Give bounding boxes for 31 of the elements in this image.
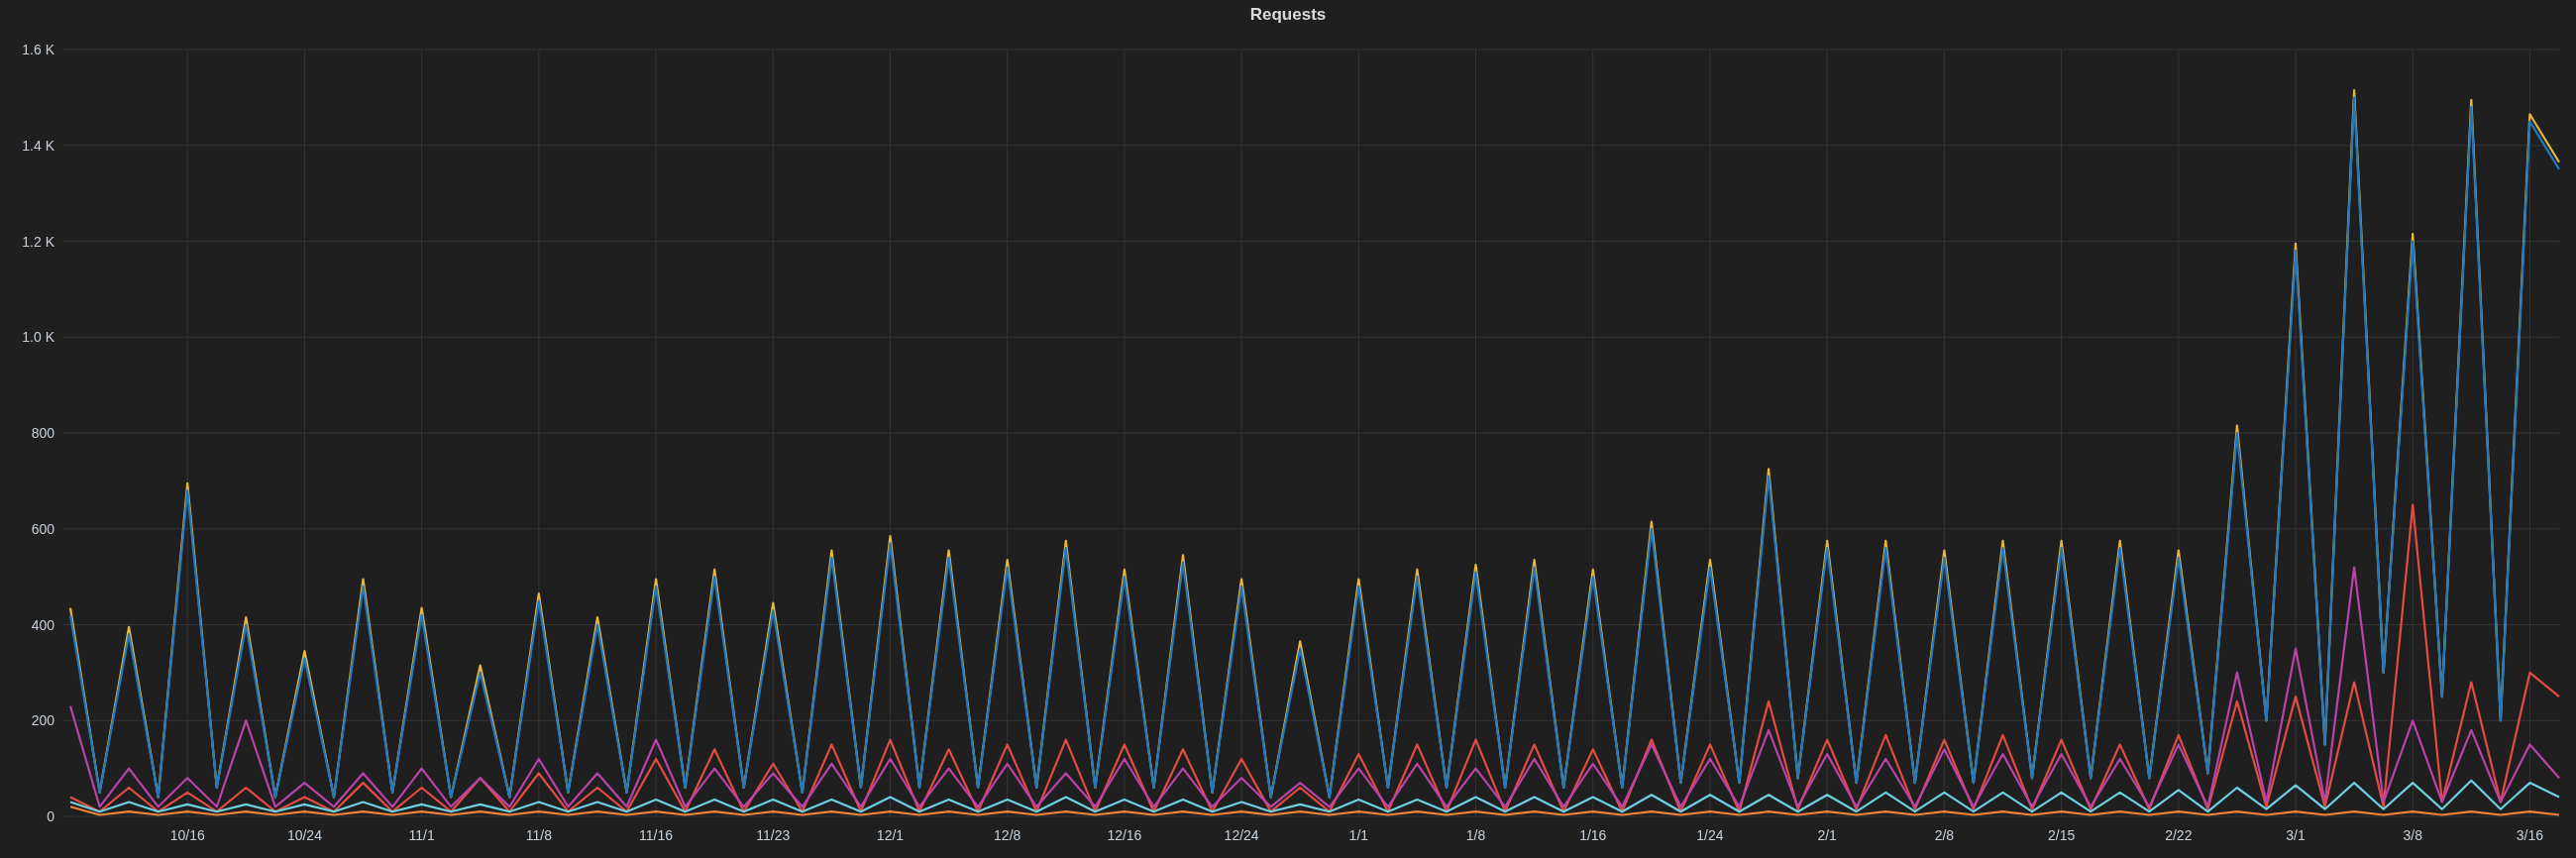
y-axis-label: 800 bbox=[31, 425, 54, 441]
x-axis-label: 11/1 bbox=[408, 827, 435, 843]
y-axis-label: 0 bbox=[47, 808, 54, 824]
x-axis-label: 12/8 bbox=[994, 827, 1021, 843]
x-axis-label: 1/1 bbox=[1348, 827, 1369, 843]
y-axis-label: 200 bbox=[31, 712, 54, 729]
x-axis-label: 2/22 bbox=[2165, 827, 2193, 843]
x-axis-label: 3/1 bbox=[2286, 827, 2306, 843]
x-axis-label: 12/1 bbox=[876, 827, 905, 843]
x-axis-label: 10/24 bbox=[286, 827, 322, 843]
y-axis-label: 1.0 K bbox=[22, 329, 54, 346]
x-axis-label: 1/24 bbox=[1696, 827, 1724, 843]
x-axis-label: 2/15 bbox=[2048, 827, 2076, 843]
x-axis-label: 10/16 bbox=[169, 827, 205, 843]
x-axis-label: 1/8 bbox=[1465, 827, 1486, 843]
panel-title: Requests bbox=[1249, 5, 1327, 25]
x-axis-label: 2/8 bbox=[1934, 827, 1955, 843]
x-axis-label: 12/24 bbox=[1224, 827, 1259, 843]
y-axis-label: 1.6 K bbox=[22, 42, 54, 57]
y-axis-label: 400 bbox=[31, 616, 54, 633]
x-axis-label: 11/8 bbox=[525, 827, 552, 843]
x-axis-label: 2/1 bbox=[1817, 827, 1837, 843]
x-axis-label: 11/23 bbox=[756, 827, 791, 843]
x-axis-label: 3/8 bbox=[2403, 827, 2422, 843]
x-axis-label: 3/16 bbox=[2516, 827, 2544, 843]
y-axis-label: 1.4 K bbox=[22, 137, 54, 154]
x-axis-label: 11/16 bbox=[639, 827, 674, 843]
x-axis-label: 12/16 bbox=[1107, 827, 1142, 843]
y-axis-label: 1.2 K bbox=[22, 233, 54, 250]
y-axis-label: 600 bbox=[31, 520, 54, 537]
x-axis-label: 1/16 bbox=[1579, 827, 1607, 843]
